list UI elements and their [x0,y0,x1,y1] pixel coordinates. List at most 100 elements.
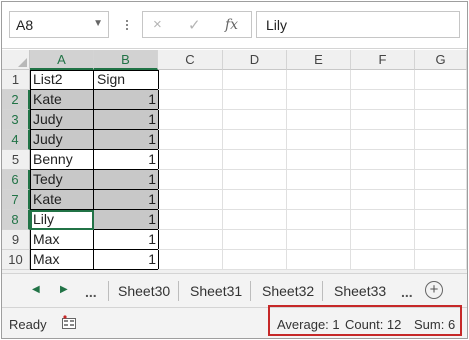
cell-d10[interactable] [223,250,287,270]
status-count[interactable]: Count: 12 [345,317,401,332]
column-header-a[interactable]: A [30,50,94,70]
name-box-value[interactable]: A8 [16,17,33,33]
cell-e9[interactable] [287,230,351,250]
column-header-g[interactable]: G [415,50,467,70]
tab-sheet32[interactable]: Sheet32 [262,283,314,299]
more-sheets-left[interactable]: ... [85,284,97,300]
row-header[interactable]: 3 [2,110,30,130]
row-header[interactable]: 4 [2,130,30,150]
row-header[interactable]: 1 [2,70,30,90]
cell-f8[interactable] [351,210,415,230]
cell-c9[interactable] [158,230,223,250]
cell-g10[interactable] [415,250,467,270]
cell-c7[interactable] [158,190,223,210]
cell-c10[interactable] [158,250,223,270]
cell-e3[interactable] [287,110,351,130]
cell-f6[interactable] [351,170,415,190]
column-header-b[interactable]: B [94,50,158,70]
cell-g7[interactable] [415,190,467,210]
column-header-d[interactable]: D [223,50,287,70]
chevron-down-icon[interactable]: ▼ [93,18,103,29]
cell-g3[interactable] [415,110,467,130]
more-sheets-right[interactable]: ... [401,284,413,300]
cell-a2[interactable]: Kate [30,90,94,110]
cell-g5[interactable] [415,150,467,170]
cell-g2[interactable] [415,90,467,110]
cell-e1[interactable] [287,70,351,90]
cell-g9[interactable] [415,230,467,250]
cell-d4[interactable] [223,130,287,150]
cancel-icon[interactable]: × [153,16,162,33]
cell-b3[interactable]: 1 [94,110,159,130]
cell-c1[interactable] [158,70,223,90]
row-header[interactable]: 2 [2,90,30,110]
tab-sheet30[interactable]: Sheet30 [118,283,170,299]
cell-f1[interactable] [351,70,415,90]
cell-f7[interactable] [351,190,415,210]
cell-f4[interactable] [351,130,415,150]
status-average[interactable]: Average: 1 [277,317,340,332]
cell-e8[interactable] [287,210,351,230]
cell-f5[interactable] [351,150,415,170]
cell-e4[interactable] [287,130,351,150]
cell-a9[interactable]: Max [30,230,94,250]
cell-g8[interactable] [415,210,467,230]
cell-b10[interactable]: 1 [94,250,159,270]
cell-d6[interactable] [223,170,287,190]
row-header[interactable]: 8 [2,210,30,230]
cell-d8[interactable] [223,210,287,230]
cell-e6[interactable] [287,170,351,190]
cell-d1[interactable] [223,70,287,90]
row-header[interactable]: 10 [2,250,30,270]
status-sum[interactable]: Sum: 6 [414,317,455,332]
row-header[interactable]: 6 [2,170,30,190]
row-header[interactable]: 5 [2,150,30,170]
enter-check-icon[interactable]: ✓ [188,16,201,34]
cell-d2[interactable] [223,90,287,110]
cell-b4[interactable]: 1 [94,130,159,150]
cell-a6[interactable]: Tedy [30,170,94,190]
tab-sheet31[interactable]: Sheet31 [190,283,242,299]
cell-a7[interactable]: Kate [30,190,94,210]
cell-d9[interactable] [223,230,287,250]
cell-f2[interactable] [351,90,415,110]
insert-function-icon[interactable]: fx [225,17,238,33]
cell-a5[interactable]: Benny [30,150,94,170]
cell-b9[interactable]: 1 [94,230,159,250]
formula-input[interactable]: Lily [256,11,460,38]
cell-e2[interactable] [287,90,351,110]
cell-c2[interactable] [158,90,223,110]
cell-b1[interactable]: Sign [94,70,159,90]
formula-content[interactable]: Lily [266,17,287,33]
add-sheet-icon[interactable]: + [425,281,443,299]
scroll-right-icon[interactable]: ▶ [60,284,68,295]
cell-f10[interactable] [351,250,415,270]
cell-c6[interactable] [158,170,223,190]
tab-sheet33[interactable]: Sheet33 [334,283,386,299]
cell-c4[interactable] [158,130,223,150]
column-header-f[interactable]: F [351,50,415,70]
select-all-corner[interactable] [2,50,30,70]
cell-a10[interactable]: Max [30,250,94,270]
cell-b8[interactable]: 1 [94,210,159,230]
cell-g4[interactable] [415,130,467,150]
cell-d7[interactable] [223,190,287,210]
macro-record-icon[interactable] [62,315,76,329]
cell-d3[interactable] [223,110,287,130]
scroll-left-icon[interactable]: ◀ [32,284,40,295]
row-header[interactable]: 7 [2,190,30,210]
cell-b6[interactable]: 1 [94,170,159,190]
cell-c8[interactable] [158,210,223,230]
cell-e7[interactable] [287,190,351,210]
name-box[interactable]: A8 ▼ [9,11,109,38]
cell-b5[interactable]: 1 [94,150,159,170]
cell-e5[interactable] [287,150,351,170]
column-header-c[interactable]: C [158,50,223,70]
cell-g1[interactable] [415,70,467,90]
cell-e10[interactable] [287,250,351,270]
row-header[interactable]: 9 [2,230,30,250]
cell-d5[interactable] [223,150,287,170]
cell-f9[interactable] [351,230,415,250]
cell-c5[interactable] [158,150,223,170]
cell-a1[interactable]: List2 [30,70,94,90]
